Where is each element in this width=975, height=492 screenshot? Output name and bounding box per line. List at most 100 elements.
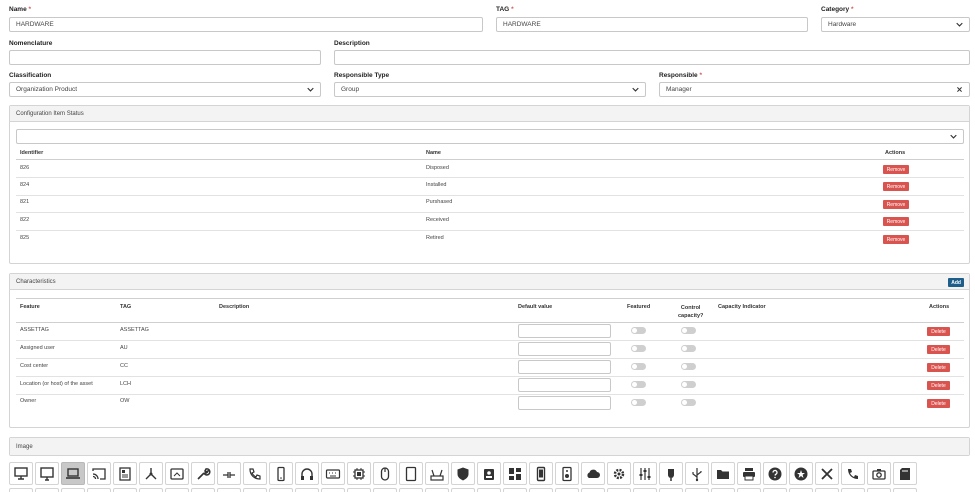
mouse-icon[interactable] <box>373 462 397 485</box>
phone-icon[interactable] <box>841 462 865 485</box>
description-input[interactable] <box>334 50 970 65</box>
badge-icon[interactable] <box>477 462 501 485</box>
icon-tile-stub[interactable] <box>451 488 475 492</box>
featured-toggle[interactable] <box>631 327 646 334</box>
laptop-icon[interactable] <box>61 462 85 485</box>
question-icon[interactable] <box>763 462 787 485</box>
plug-icon[interactable] <box>659 462 683 485</box>
icon-tile-stub[interactable] <box>165 488 189 492</box>
motherboard-icon[interactable] <box>113 462 137 485</box>
featured-toggle[interactable] <box>631 363 646 370</box>
icon-tile-stub[interactable] <box>425 488 449 492</box>
remove-button[interactable]: Remove <box>883 235 909 244</box>
keyboard-icon[interactable] <box>321 462 345 485</box>
ci-status-select[interactable] <box>16 129 964 144</box>
default-value-input[interactable] <box>518 324 611 338</box>
icon-tile-stub[interactable] <box>295 488 319 492</box>
featured-toggle[interactable] <box>631 345 646 352</box>
star-icon[interactable] <box>789 462 813 485</box>
default-value-input[interactable] <box>518 396 611 410</box>
control-capacity-toggle[interactable] <box>681 381 696 388</box>
add-button[interactable]: Add <box>948 278 964 287</box>
icon-tile-stub[interactable] <box>529 488 553 492</box>
shield-icon[interactable] <box>451 462 475 485</box>
icon-tile-stub[interactable] <box>191 488 215 492</box>
smartphone-icon[interactable] <box>529 462 553 485</box>
control-capacity-toggle[interactable] <box>681 399 696 406</box>
printer-icon[interactable] <box>737 462 761 485</box>
icon-tile-stub[interactable] <box>87 488 111 492</box>
icon-tile-stub[interactable] <box>685 488 709 492</box>
icon-tile-stub[interactable] <box>139 488 163 492</box>
nomenclature-input[interactable] <box>9 50 321 65</box>
icon-tile-stub[interactable] <box>269 488 293 492</box>
cloud-icon[interactable] <box>581 462 605 485</box>
icon-tile-stub[interactable] <box>841 488 865 492</box>
folder-icon[interactable] <box>711 462 735 485</box>
tablet-icon[interactable] <box>399 462 423 485</box>
icon-tile-stub[interactable] <box>321 488 345 492</box>
router-icon[interactable] <box>425 462 449 485</box>
delete-button[interactable]: Delete <box>927 345 950 354</box>
responsible-type-select[interactable]: Group <box>334 82 646 97</box>
icon-tile-stub[interactable] <box>815 488 839 492</box>
headphones-icon[interactable] <box>295 462 319 485</box>
sd-card-icon[interactable] <box>893 462 917 485</box>
icon-tile-stub[interactable] <box>633 488 657 492</box>
control-capacity-toggle[interactable] <box>681 363 696 370</box>
cpu-icon[interactable] <box>347 462 371 485</box>
gear-icon[interactable] <box>607 462 631 485</box>
icon-tile-stub[interactable] <box>61 488 85 492</box>
icon-tile-stub[interactable] <box>659 488 683 492</box>
network-icon[interactable] <box>139 462 163 485</box>
mobile-icon[interactable] <box>269 462 293 485</box>
speaker-icon[interactable] <box>555 462 579 485</box>
remove-button[interactable]: Remove <box>883 200 909 209</box>
connector-icon[interactable] <box>217 462 241 485</box>
default-value-input[interactable] <box>518 342 611 356</box>
icon-tile-stub[interactable] <box>477 488 501 492</box>
icon-tile-stub[interactable] <box>607 488 631 492</box>
icon-tile-stub[interactable] <box>113 488 137 492</box>
icon-tile-stub[interactable] <box>711 488 735 492</box>
monitor-icon[interactable] <box>35 462 59 485</box>
phone-call-icon[interactable] <box>243 462 267 485</box>
responsible-select[interactable]: Manager <box>659 82 970 97</box>
category-select[interactable]: Hardware <box>821 17 970 32</box>
delete-button[interactable]: Delete <box>927 381 950 390</box>
control-capacity-toggle[interactable] <box>681 345 696 352</box>
tag-input[interactable]: HARDWARE <box>496 17 808 32</box>
icon-tile-stub[interactable] <box>243 488 267 492</box>
dashboard-icon[interactable] <box>503 462 527 485</box>
icon-tile-stub[interactable] <box>893 488 917 492</box>
remove-button[interactable]: Remove <box>883 165 909 174</box>
default-value-input[interactable] <box>518 360 611 374</box>
control-capacity-toggle[interactable] <box>681 327 696 334</box>
icon-tile-stub[interactable] <box>399 488 423 492</box>
cast-icon[interactable] <box>87 462 111 485</box>
featured-toggle[interactable] <box>631 381 646 388</box>
icon-tile-stub[interactable] <box>763 488 787 492</box>
icon-tile-stub[interactable] <box>35 488 59 492</box>
delete-button[interactable]: Delete <box>927 399 950 408</box>
delete-button[interactable]: Delete <box>927 327 950 336</box>
tools-icon[interactable] <box>815 462 839 485</box>
icon-tile-stub[interactable] <box>867 488 891 492</box>
icon-tile-stub[interactable] <box>581 488 605 492</box>
usb-icon[interactable] <box>685 462 709 485</box>
featured-toggle[interactable] <box>631 399 646 406</box>
default-value-input[interactable] <box>518 378 611 392</box>
icon-tile-stub[interactable] <box>555 488 579 492</box>
classification-select[interactable]: Organization Product <box>9 82 321 97</box>
wrench-icon[interactable] <box>191 462 215 485</box>
name-input[interactable]: HARDWARE <box>9 17 483 32</box>
icon-tile-stub[interactable] <box>9 488 33 492</box>
equalizer-icon[interactable] <box>633 462 657 485</box>
icon-tile-stub[interactable] <box>217 488 241 492</box>
remove-button[interactable]: Remove <box>883 182 909 191</box>
icon-tile-stub[interactable] <box>737 488 761 492</box>
camera-icon[interactable] <box>867 462 891 485</box>
delete-button[interactable]: Delete <box>927 363 950 372</box>
screen-icon[interactable] <box>165 462 189 485</box>
icon-tile-stub[interactable] <box>373 488 397 492</box>
